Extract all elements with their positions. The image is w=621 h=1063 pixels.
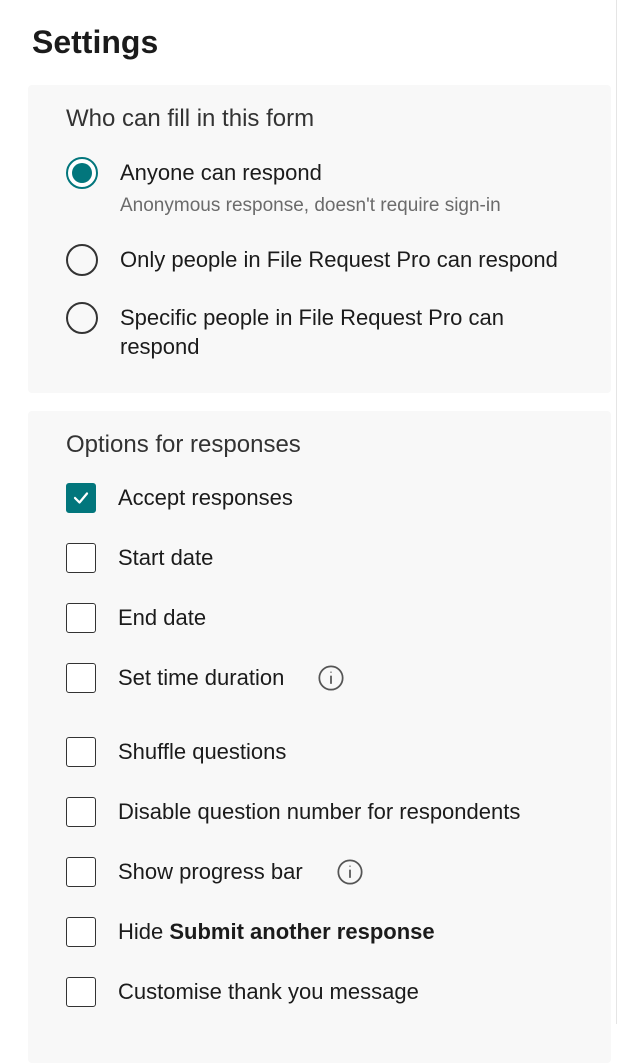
radio-anyone-sub: Anonymous response, doesn't require sign… <box>120 194 583 219</box>
checkbox-icon <box>66 663 96 693</box>
checkbox-icon <box>66 977 96 1007</box>
radio-text-block: Only people in File Request Pro can resp… <box>120 244 583 275</box>
checkbox-disable-question-number[interactable]: Disable question number for respondents <box>66 797 583 827</box>
checkbox-icon <box>66 603 96 633</box>
who-can-fill-heading: Who can fill in this form <box>66 105 583 133</box>
panel-divider <box>616 0 617 1024</box>
checkbox-hide-submit-label: Hide Submit another response <box>118 919 435 945</box>
radio-specific-people[interactable]: Specific people in File Request Pro can … <box>66 302 583 361</box>
info-icon[interactable] <box>316 663 346 693</box>
page-title: Settings <box>0 0 621 85</box>
radio-org-only-label: Only people in File Request Pro can resp… <box>120 246 583 275</box>
checkbox-shuffle-label: Shuffle questions <box>118 739 286 765</box>
checkbox-shuffle-questions[interactable]: Shuffle questions <box>66 737 583 767</box>
spacer <box>66 723 583 737</box>
radio-org-only[interactable]: Only people in File Request Pro can resp… <box>66 244 583 276</box>
checkbox-icon <box>66 917 96 947</box>
checkbox-time-duration-label: Set time duration <box>118 665 284 691</box>
checkbox-thank-you-label: Customise thank you message <box>118 979 419 1005</box>
checkbox-icon <box>66 483 96 513</box>
checkbox-start-date[interactable]: Start date <box>66 543 583 573</box>
checkbox-accept-responses[interactable]: Accept responses <box>66 483 583 513</box>
info-icon[interactable] <box>335 857 365 887</box>
checkbox-icon <box>66 857 96 887</box>
checkbox-disable-number-label: Disable question number for respondents <box>118 799 520 825</box>
hide-submit-prefix: Hide <box>118 919 169 944</box>
hide-submit-bold: Submit another response <box>169 919 434 944</box>
radio-circle-icon <box>66 157 98 189</box>
who-can-fill-card: Who can fill in this form Anyone can res… <box>28 85 611 393</box>
checkbox-show-progress-bar[interactable]: Show progress bar <box>66 857 583 887</box>
checkbox-end-date-label: End date <box>118 605 206 631</box>
response-options-heading: Options for responses <box>66 431 583 459</box>
response-options-card: Options for responses Accept responses S… <box>28 411 611 1063</box>
checkbox-hide-submit-another[interactable]: Hide Submit another response <box>66 917 583 947</box>
radio-circle-icon <box>66 302 98 334</box>
checkbox-end-date[interactable]: End date <box>66 603 583 633</box>
checkbox-custom-thank-you[interactable]: Customise thank you message <box>66 977 583 1007</box>
checkbox-progress-label: Show progress bar <box>118 859 303 885</box>
checkbox-time-duration[interactable]: Set time duration <box>66 663 583 693</box>
checkbox-icon <box>66 737 96 767</box>
radio-text-block: Anyone can respond Anonymous response, d… <box>120 157 583 218</box>
checkbox-icon <box>66 797 96 827</box>
radio-circle-icon <box>66 244 98 276</box>
checkbox-accept-label: Accept responses <box>118 485 293 511</box>
radio-specific-label: Specific people in File Request Pro can … <box>120 304 583 361</box>
radio-text-block: Specific people in File Request Pro can … <box>120 302 583 361</box>
radio-anyone-label: Anyone can respond <box>120 159 583 188</box>
checkbox-start-date-label: Start date <box>118 545 213 571</box>
radio-anyone[interactable]: Anyone can respond Anonymous response, d… <box>66 157 583 218</box>
checkbox-icon <box>66 543 96 573</box>
